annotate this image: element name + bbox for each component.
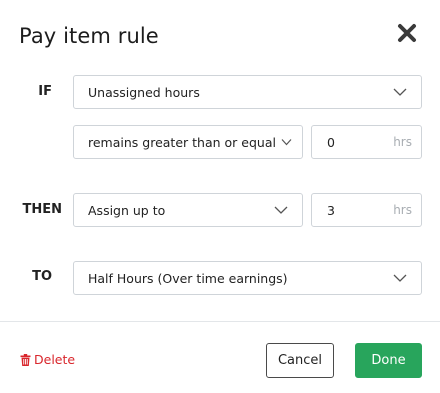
- if-field-value: Unassigned hours: [88, 84, 200, 100]
- chevron-down-icon: [393, 88, 407, 96]
- then-hours-unit: hrs: [393, 203, 412, 217]
- dialog-title: Pay item rule: [19, 24, 159, 48]
- to-label: TO: [32, 269, 52, 284]
- to-target-select[interactable]: Half Hours (Over time earnings): [73, 261, 422, 295]
- chevron-down-icon: [281, 139, 292, 146]
- pay-item-rule-dialog: Pay item rule IF Unassigned hours remain…: [0, 0, 440, 393]
- condition-hours-input[interactable]: 0 hrs: [311, 125, 422, 159]
- condition-hours-unit: hrs: [393, 135, 412, 149]
- close-icon[interactable]: [396, 22, 418, 44]
- chevron-down-icon: [274, 206, 288, 214]
- if-label: IF: [38, 84, 52, 99]
- footer-divider: [0, 321, 440, 322]
- condition-select[interactable]: remains greater than or equal to: [73, 125, 303, 159]
- then-label: THEN: [22, 202, 62, 217]
- then-hours-input[interactable]: 3 hrs: [311, 193, 422, 227]
- chevron-down-icon: [393, 274, 407, 282]
- delete-button[interactable]: Delete: [20, 352, 75, 367]
- then-action-select[interactable]: Assign up to: [73, 193, 303, 227]
- cancel-button[interactable]: Cancel: [266, 343, 334, 378]
- done-button[interactable]: Done: [355, 343, 422, 378]
- condition-value: remains greater than or equal to: [88, 134, 280, 150]
- if-field-select[interactable]: Unassigned hours: [73, 75, 422, 109]
- delete-label: Delete: [34, 352, 76, 367]
- to-target-value: Half Hours (Over time earnings): [88, 270, 288, 286]
- trash-icon: [20, 353, 31, 366]
- then-action-value: Assign up to: [88, 202, 166, 218]
